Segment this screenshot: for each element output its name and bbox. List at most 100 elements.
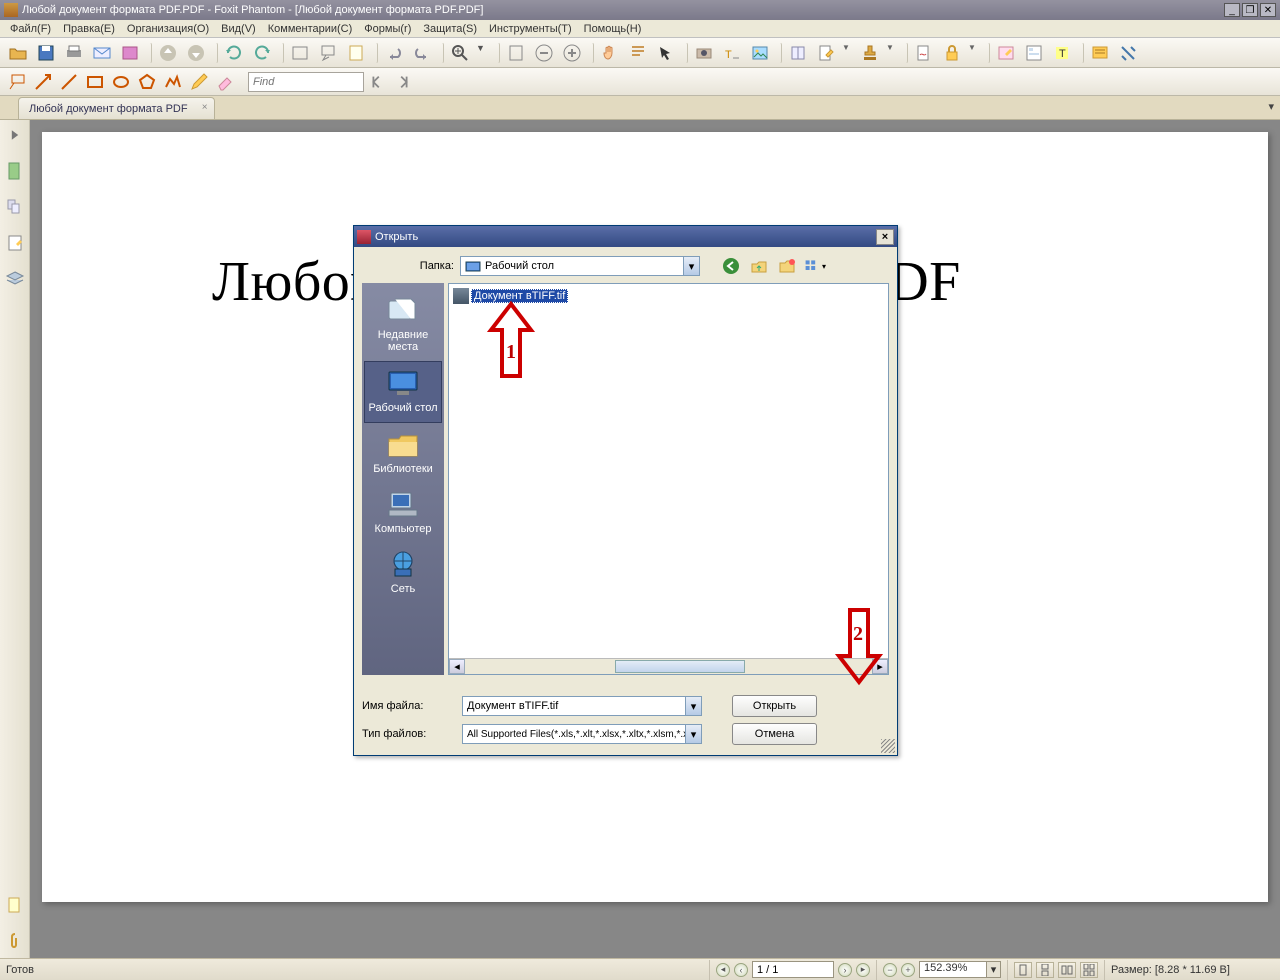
save-icon[interactable] — [33, 40, 59, 66]
file-list[interactable]: Документ вTIFF.tif ◂ ▸ — [448, 283, 889, 675]
line-shape-icon[interactable] — [56, 70, 82, 94]
text-box-icon[interactable] — [287, 40, 313, 66]
combo-arrow-icon[interactable]: ▾ — [986, 962, 1000, 977]
redo-icon[interactable] — [409, 40, 435, 66]
image-icon[interactable] — [747, 40, 773, 66]
menu-tools[interactable]: Инструменты(T) — [483, 23, 578, 35]
menu-edit[interactable]: Правка(E) — [57, 23, 121, 35]
resize-grip[interactable] — [881, 739, 895, 753]
back-icon[interactable] — [720, 255, 742, 277]
folder-combo[interactable]: Рабочий стол ▾ — [460, 256, 700, 276]
menu-forms[interactable]: Формы(r) — [358, 23, 417, 35]
nav-down-icon[interactable] — [183, 40, 209, 66]
place-desktop[interactable]: Рабочий стол — [364, 361, 442, 423]
cancel-button[interactable]: Отмена — [732, 723, 817, 745]
menu-organization[interactable]: Организация(O) — [121, 23, 215, 35]
dropdown-arrow-icon[interactable]: ▼ — [841, 40, 855, 66]
tab-overflow-icon[interactable]: ▾ — [1268, 100, 1274, 113]
form-edit-icon[interactable] — [993, 40, 1019, 66]
continuous-facing-view-icon[interactable] — [1080, 962, 1098, 978]
h-scrollbar[interactable]: ◂ ▸ — [449, 658, 888, 674]
pages-icon[interactable] — [4, 196, 26, 218]
open-button[interactable]: Открыть — [732, 695, 817, 717]
document-tab[interactable]: Любой документ формата PDF × — [18, 97, 215, 119]
file-item[interactable]: Документ вTIFF.tif — [453, 288, 568, 304]
text-callout-icon[interactable] — [315, 40, 341, 66]
dropdown-arrow-icon[interactable]: ▼ — [885, 40, 899, 66]
comments-icon[interactable] — [4, 232, 26, 254]
hand-icon[interactable] — [597, 40, 623, 66]
scroll-thumb[interactable] — [615, 660, 745, 673]
edit-doc-icon[interactable] — [813, 40, 839, 66]
undo-icon[interactable] — [381, 40, 407, 66]
combo-arrow-icon[interactable]: ▾ — [685, 725, 701, 743]
lock-icon[interactable] — [939, 40, 965, 66]
search-input[interactable] — [248, 72, 364, 92]
combo-arrow-icon[interactable]: ▾ — [683, 257, 699, 275]
close-tab-icon[interactable]: × — [202, 102, 208, 113]
polyline-shape-icon[interactable] — [160, 70, 186, 94]
attachments-icon[interactable] — [4, 930, 26, 952]
menu-protect[interactable]: Защита(S) — [417, 23, 483, 35]
sticky-note-icon[interactable] — [1087, 40, 1113, 66]
zoom-in-icon[interactable] — [447, 40, 473, 66]
rotate-cw-icon[interactable] — [249, 40, 275, 66]
print-icon[interactable] — [61, 40, 87, 66]
layers-icon[interactable] — [4, 268, 26, 290]
rotate-ccw-icon[interactable] — [221, 40, 247, 66]
dialog-close-button[interactable]: × — [876, 229, 894, 245]
scan-icon[interactable] — [117, 40, 143, 66]
dropdown-arrow-icon[interactable]: ▼ — [967, 40, 981, 66]
oval-shape-icon[interactable] — [108, 70, 134, 94]
signatures-icon[interactable] — [4, 894, 26, 916]
email-icon[interactable] — [89, 40, 115, 66]
bookmarks-icon[interactable] — [4, 160, 26, 182]
sign-doc-icon[interactable] — [911, 40, 937, 66]
single-page-view-icon[interactable] — [1014, 962, 1032, 978]
open-icon[interactable] — [5, 40, 31, 66]
link-icon[interactable] — [1115, 40, 1141, 66]
highlight-text-icon[interactable]: T — [1049, 40, 1075, 66]
place-recent[interactable]: Недавние места — [364, 289, 442, 361]
first-page-icon[interactable]: ◂ — [716, 963, 730, 977]
callout-shape-icon[interactable] — [4, 70, 30, 94]
place-computer[interactable]: Компьютер — [364, 483, 442, 543]
fit-page-icon[interactable] — [503, 40, 529, 66]
nav-up-icon[interactable] — [155, 40, 181, 66]
arrow-shape-icon[interactable] — [30, 70, 56, 94]
pencil-icon[interactable] — [186, 70, 212, 94]
last-page-icon[interactable]: ▸ — [856, 963, 870, 977]
prev-page-icon[interactable]: ‹ — [734, 963, 748, 977]
typewriter-icon[interactable]: T — [719, 40, 745, 66]
fit-width-minus-icon[interactable] — [531, 40, 557, 66]
place-libraries[interactable]: Библиотеки — [364, 423, 442, 483]
menu-file[interactable]: Файл(F) — [4, 23, 57, 35]
scroll-right-icon[interactable]: ▸ — [872, 659, 888, 674]
select-arrow-icon[interactable] — [653, 40, 679, 66]
place-network[interactable]: Сеть — [364, 543, 442, 603]
restore-button[interactable]: ❐ — [1242, 3, 1258, 17]
filetype-combo[interactable]: All Supported Files(*.xls,*.xlt,*.xlsx,*… — [462, 724, 702, 744]
stamp-icon[interactable] — [857, 40, 883, 66]
zoom-combo[interactable]: 152.39% ▾ — [919, 961, 1001, 978]
sidebar-toggle-icon[interactable] — [4, 124, 26, 146]
polygon-shape-icon[interactable] — [134, 70, 160, 94]
fit-width-plus-icon[interactable] — [559, 40, 585, 66]
zoom-out-icon[interactable]: ▼ — [475, 40, 491, 66]
view-menu-icon[interactable]: ▾ — [804, 255, 826, 277]
combo-arrow-icon[interactable]: ▾ — [685, 697, 701, 715]
page-input[interactable] — [752, 961, 834, 978]
rect-shape-icon[interactable] — [82, 70, 108, 94]
eraser-icon[interactable] — [212, 70, 238, 94]
new-folder-icon[interactable] — [776, 255, 798, 277]
next-page-icon[interactable]: › — [838, 963, 852, 977]
form-fields-icon[interactable] — [1021, 40, 1047, 66]
select-text-icon[interactable] — [625, 40, 651, 66]
menu-comments[interactable]: Комментарии(C) — [262, 23, 359, 35]
zoom-in-button[interactable]: + — [901, 963, 915, 977]
continuous-view-icon[interactable] — [1036, 962, 1054, 978]
search-next-icon[interactable] — [390, 70, 416, 94]
facing-view-icon[interactable] — [1058, 962, 1076, 978]
filename-combo[interactable]: Документ вTIFF.tif ▾ — [462, 696, 702, 716]
close-button[interactable]: ✕ — [1260, 3, 1276, 17]
